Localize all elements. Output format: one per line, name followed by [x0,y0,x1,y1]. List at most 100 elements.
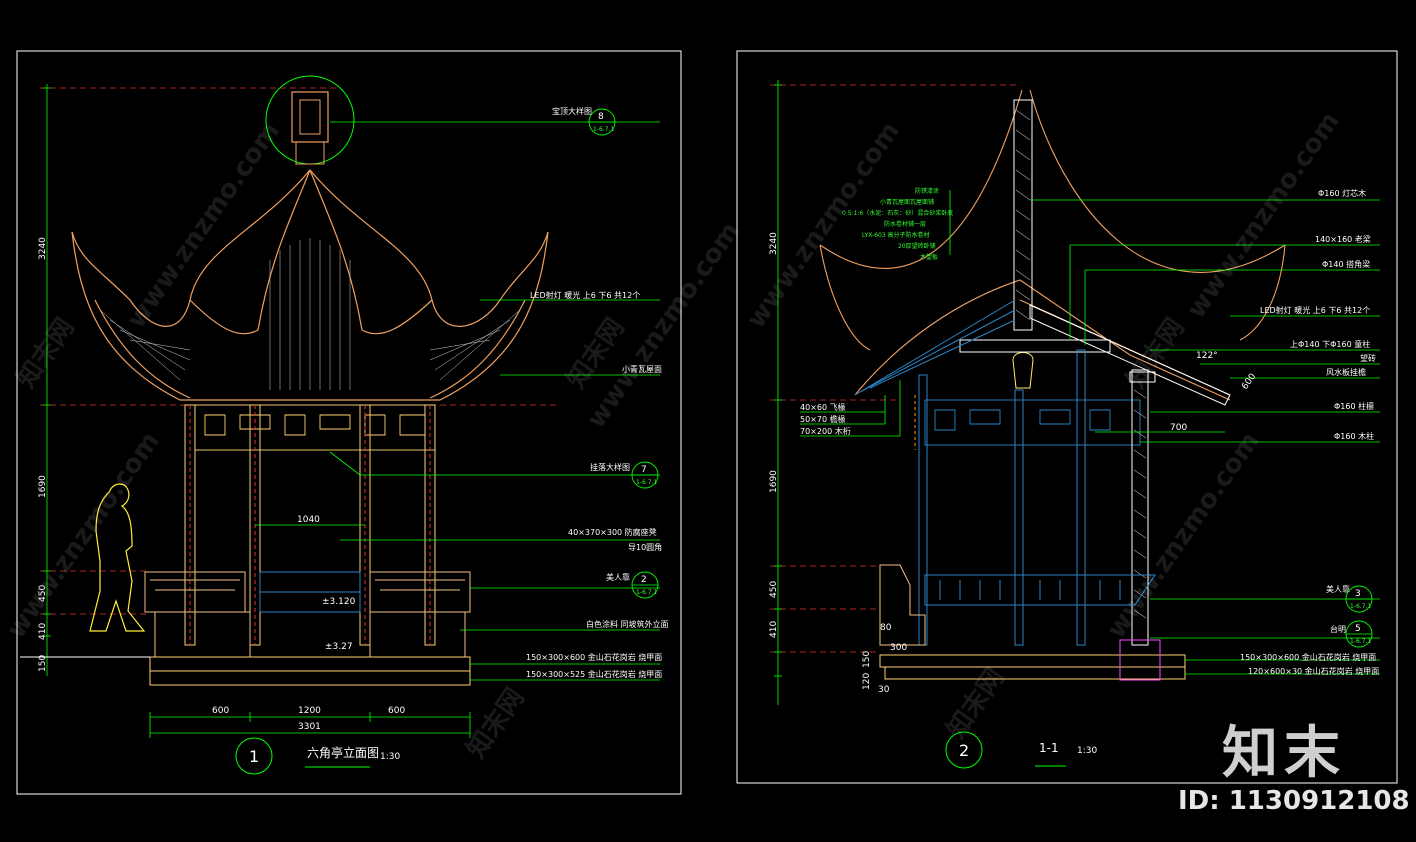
watermark-url-6: www.znzmo.com [1101,427,1266,644]
image-id-label: ID: 1130912108 [1178,786,1410,816]
dim-angle: 122° [1196,351,1218,361]
callout-led-left: LED射灯 暖光 上6 下6 共12个 [530,290,640,300]
callout-fly-rafter: 40×60 飞椽 [800,402,846,412]
tag-3-sheet: 1-6.7.1 [1350,603,1371,610]
tag-7-number: 7 [641,465,647,475]
callout-seat-right: 美人靠 [1326,584,1350,594]
dim-450-right: 450 [769,581,779,598]
callout-step1-left: 150×300×600 金山石花岗岩 烧甲面 [526,652,662,662]
roof-finial [265,75,355,165]
callout-step2-right: 120×600×30 金山石花岗岩 烧甲面 [1248,666,1379,676]
roof-note-4: 防水卷材铺一层 [884,220,926,228]
title-scale-right: 1:30 [1077,746,1097,756]
dim-80: 80 [880,623,892,633]
benches-left [144,571,471,658]
detail-tag-8: 8 1-6.7.1 [588,108,616,136]
roof-note-6: 20厚望砖卧铺 [898,242,936,250]
dim-slope: 600 [1240,372,1258,392]
callout-col2: Φ160 木柱 [1334,431,1374,441]
callout-eave-detail: 挂落大样图 [590,462,630,472]
tag-3-number: 3 [1355,589,1361,599]
title-name-right: 1-1 [1039,741,1059,755]
title-name-left: 六角亭立面图 [307,745,379,760]
callout-mast: Φ160 灯芯木 [1318,188,1366,198]
tag-2-number: 2 [641,575,647,585]
lattice-frieze-right [924,399,1141,446]
dim-1040: 1040 [297,515,320,525]
watermark-cn-5: 知末网 [941,663,1010,744]
title-number-left: 1 [249,747,259,766]
dim-150-right: 150 [862,651,872,668]
dim-1200: 1200 [298,706,321,716]
callout-fascia2: 风水板挂檐 [1326,367,1366,377]
tag-5-sheet: 1-6.7.1 [1350,638,1371,645]
callout-bench-board2: 导10圆角 [628,542,662,552]
brand-logo: 知末 [1222,721,1346,786]
dim-600-a: 600 [212,706,229,716]
roof-note-7: 木望板 [920,253,938,261]
detail-tag-2: 2 1-6.7.1 [631,571,659,599]
dim-410-left: 410 [38,623,48,640]
callout-rafter: Φ140 搭角梁 [1322,259,1370,269]
dim-1690-left: 1690 [38,475,48,498]
callout-base: 台明 [1330,624,1346,634]
tag-5-number: 5 [1355,624,1361,634]
callout-bench-board: 40×370×300 防腐座凳 [568,527,657,537]
level-327: ±3.27 [325,642,353,652]
dim-30-right: 30 [878,685,890,695]
callout-beam: 140×160 老梁 [1315,234,1371,244]
vertical-dimension-right [774,80,782,705]
roof-note-2: 小青瓦屋面瓦屋面铺 [880,198,934,206]
watermark-cn-1: 知末网 [11,313,80,394]
roof-note-1: 防锈漆涂 [915,187,939,195]
watermark-url-4: www.znzmo.com [1181,107,1346,324]
callout-step2-left: 150×300×525 金山石花岗岩 烧甲面 [526,669,662,679]
watermark-cn-3: 知末网 [1121,313,1190,394]
eave-rafters [854,299,1016,396]
platform-base-left [20,656,471,686]
lattice-frieze-left [194,404,436,451]
detail-tag-7: 7 1-6.7.1 [631,461,659,489]
columns-right [914,349,1149,646]
tag-8-sheet: 1-6.7.1 [593,126,614,133]
bench-right [879,564,926,646]
level-lines-right [770,84,1020,653]
leaders-right [800,199,1380,675]
watermark-url-5: www.znzmo.com [1,427,166,644]
callout-led-right: LED射灯 暖光 上6 下6 共12个 [1260,305,1370,315]
cad-drawing-canvas: 3240 1690 450 410 150 1040 600 1200 600 … [1,50,1398,795]
elevation-sheet: 3240 1690 450 410 150 1040 600 1200 600 … [16,50,682,795]
dim-300: 300 [890,643,907,653]
dim-3240-left: 3240 [38,237,48,260]
left-sheet-frame [16,50,682,795]
callout-eave-rafter: 50×70 檐椽 [800,414,846,424]
callout-seat-left: 美人靠 [606,572,630,582]
watermark-url-3: www.znzmo.com [741,117,906,334]
roof-note-5: LYX-603 高分子防水卷材 [862,231,930,239]
level-3120: ±3.120 [322,597,356,607]
detail-tag-3: 3 1-6.7.1 [1345,585,1373,613]
watermark-url-1: www.znzmo.com [121,117,286,334]
dim-1690-right: 1690 [769,470,779,493]
tag-8-number: 8 [598,112,604,122]
roof-note-3: 0.5:1:6（水泥：石灰：砂）混合砂浆卧底 [842,209,953,217]
dim-3240-right: 3240 [769,232,779,255]
title-block-left: 1 六角亭立面图 1:30 [235,737,400,775]
callout-fascia: 望砖 [1360,353,1376,363]
tag-2-sheet: 1-6.7.1 [636,589,657,596]
title-scale-left: 1:30 [380,752,400,762]
callout-bracket: 上Φ140 下Φ160 童柱 [1290,339,1370,349]
callout-col1: Φ160 柱檩 [1334,401,1374,411]
callout-purlin: 70×200 木桁 [800,426,851,436]
watermarks: www.znzmo.com www.znzmo.com www.znzmo.co… [1,107,1346,764]
detail-tag-5: 5 1-6.7.1 [1345,620,1373,648]
callout-step1-right: 150×300×600 金山石花岗岩 烧甲面 [1240,652,1376,662]
callout-paint: 白色涂料 同坡筑外立面 [586,619,669,629]
dim-3301: 3301 [298,722,321,732]
dim-600-b: 600 [388,706,405,716]
callout-top-detail: 宝顶大样图 [552,106,592,116]
watermark-cn-4: 知末网 [461,683,530,764]
tag-7-sheet: 1-6.7.1 [636,479,657,486]
section-beams [959,304,1231,406]
dim-eave: 700 [1170,423,1187,433]
